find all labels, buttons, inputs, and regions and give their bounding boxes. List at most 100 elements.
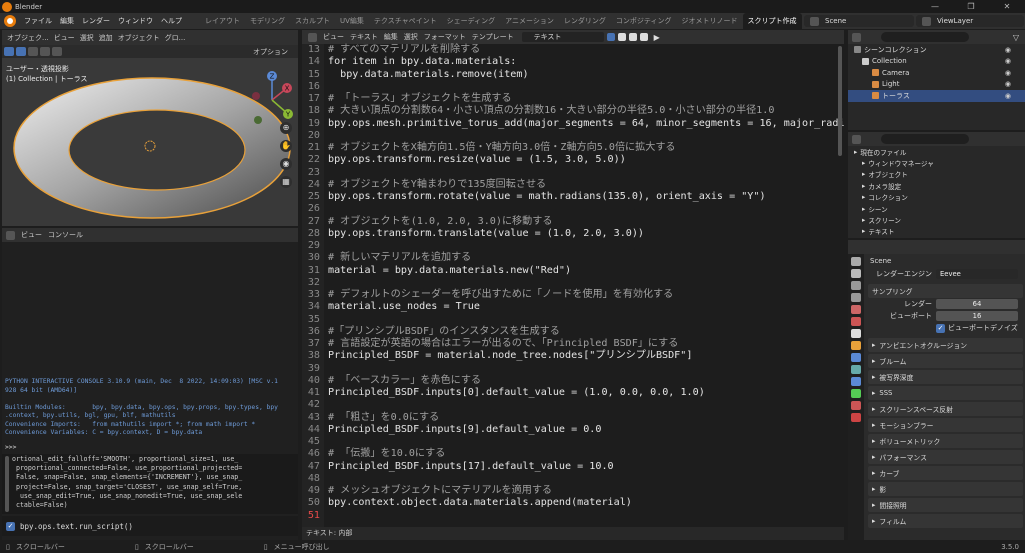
- minimize-button[interactable]: —: [917, 2, 953, 11]
- code-text[interactable]: [320, 277, 328, 289]
- code-line[interactable]: 29: [302, 240, 844, 252]
- modifier-tab-icon[interactable]: [851, 353, 861, 362]
- output-tab-icon[interactable]: [851, 281, 861, 290]
- code-text[interactable]: [320, 399, 328, 411]
- code-text[interactable]: # オブジェクトを(1.0, 2.0, 3.0)に移動する: [320, 216, 552, 228]
- code-text[interactable]: # オブジェクトをY軸まわりで135度回転させる: [320, 179, 546, 191]
- expand-arrow-icon[interactable]: ▸: [854, 148, 857, 156]
- code-line[interactable]: 51: [302, 510, 844, 522]
- render-samples-field[interactable]: 64: [936, 299, 1018, 309]
- code-line[interactable]: 45: [302, 436, 844, 448]
- editor-menu-view[interactable]: ビュー: [323, 32, 344, 42]
- texture-tab-icon[interactable]: [851, 413, 861, 422]
- blendfile-item[interactable]: ▸ スクリーン: [848, 214, 1025, 225]
- panel-sampling[interactable]: サンプリング: [868, 284, 1023, 298]
- collection-tab-icon[interactable]: [851, 329, 861, 338]
- close-button[interactable]: ✕: [989, 2, 1025, 11]
- code-line[interactable]: 19 bpy.ops.mesh.primitive_torus_add(major…: [302, 118, 844, 130]
- property-panel[interactable]: ▸ フィルム: [868, 514, 1023, 528]
- panel-expand-icon[interactable]: ▸: [872, 421, 875, 429]
- viewport-menu-object[interactable]: オブジェクト: [118, 33, 160, 43]
- expand-arrow-icon[interactable]: ▸: [862, 170, 865, 178]
- physics-tab-icon[interactable]: [851, 377, 861, 386]
- code-text[interactable]: # すべてのマテリアルを削除する: [320, 44, 480, 56]
- console-menu-console[interactable]: コンソール: [48, 230, 83, 240]
- camera-view-icon[interactable]: ◉: [280, 158, 292, 170]
- new-text-icon[interactable]: [617, 33, 626, 41]
- visibility-eye-icon[interactable]: ◉: [1005, 92, 1011, 100]
- expand-arrow-icon[interactable]: ▸: [862, 182, 865, 190]
- visibility-eye-icon[interactable]: ◉: [1005, 80, 1011, 88]
- open-text-icon[interactable]: [628, 33, 637, 41]
- editor-menu-select[interactable]: 選択: [404, 32, 418, 42]
- code-text[interactable]: bpy.ops.transform.translate(value = (1.0…: [320, 228, 644, 240]
- console-prompt[interactable]: >>>: [5, 444, 16, 451]
- code-line[interactable]: 32: [302, 277, 844, 289]
- particles-tab-icon[interactable]: [851, 365, 861, 374]
- blendfile-item[interactable]: ▸ オブジェクト: [848, 169, 1025, 180]
- blendfile-item[interactable]: ▸ ウィンドウマネージャ: [848, 157, 1025, 168]
- property-panel[interactable]: ▸ SSS: [868, 386, 1023, 400]
- blendfile-item[interactable]: ▸ コレクション: [848, 192, 1025, 203]
- property-panel[interactable]: ▸ 被写界深度: [868, 370, 1023, 384]
- expand-arrow-icon[interactable]: ▸: [862, 205, 865, 213]
- python-console[interactable]: ビュー コンソール PYTHON INTERACTIVE CONSOLE 3.1…: [2, 228, 298, 540]
- code-text[interactable]: # 言語設定が英語の場合はエラーが出るので、「Principled BSDF」に…: [320, 338, 678, 350]
- fake-user-icon[interactable]: [606, 33, 615, 41]
- code-text[interactable]: Principled_BSDF = material.node_tree.nod…: [320, 350, 692, 362]
- 3d-viewport[interactable]: オブジェク... ビュー 選択 追加 オブジェクト グロ... オプション ユー…: [2, 30, 298, 226]
- code-line[interactable]: 47 Principled_BSDF.inputs[17].default_val…: [302, 461, 844, 473]
- select-mode-icon[interactable]: [16, 47, 26, 56]
- property-panel[interactable]: ▸ ボリューメトリック: [868, 434, 1023, 448]
- outliner-item[interactable]: トーラス ◉: [848, 90, 1025, 102]
- menu-item-3[interactable]: ウィンドウ: [118, 17, 153, 25]
- expand-arrow-icon[interactable]: ▸: [862, 159, 865, 167]
- workspace-tab-9[interactable]: ジオメトリノード: [677, 13, 743, 29]
- blender-menu-icon[interactable]: [4, 15, 16, 27]
- blendfile-item[interactable]: ▸ カメラ設定: [848, 180, 1025, 191]
- code-text[interactable]: [320, 314, 328, 326]
- code-text[interactable]: [320, 240, 328, 252]
- workspace-tab-5[interactable]: シェーディング: [442, 13, 501, 29]
- mode-selector[interactable]: オブジェク...: [7, 33, 49, 43]
- tool-tab-icon[interactable]: [851, 257, 861, 266]
- unlink-text-icon[interactable]: [639, 33, 648, 41]
- code-line[interactable]: 33 # デフォルトのシェーダーを呼び出すために「ノードを使用」を有効化する: [302, 289, 844, 301]
- scene-selector[interactable]: Scene: [804, 15, 914, 27]
- menu-item-2[interactable]: レンダー: [82, 17, 110, 25]
- code-line[interactable]: 20: [302, 130, 844, 142]
- property-panel[interactable]: ▸ モーションブラー: [868, 418, 1023, 432]
- code-text[interactable]: bpy.ops.mesh.primitive_torus_add(major_s…: [320, 118, 844, 130]
- filter-icon[interactable]: ▽: [1013, 33, 1019, 42]
- console-menu-view[interactable]: ビュー: [21, 230, 42, 240]
- menu-item-0[interactable]: ファイル: [24, 17, 52, 25]
- editor-scrollbar[interactable]: [838, 46, 842, 156]
- code-area[interactable]: 13 # すべてのマテリアルを削除する 14 for item in bpy.data…: [302, 44, 844, 522]
- code-text[interactable]: bpy.ops.transform.rotate(value = math.ra…: [320, 191, 766, 203]
- editor-type-icon[interactable]: [852, 134, 861, 144]
- code-line[interactable]: 18 # 大きい頂点の分割数64・小さい頂点の分割数16・大きい部分の半径5.0・…: [302, 105, 844, 117]
- code-line[interactable]: 46 # 「伝搬」を10.0にする: [302, 448, 844, 460]
- property-panel[interactable]: ▸ スクリーンスペース反射: [868, 402, 1023, 416]
- panel-expand-icon[interactable]: ▸: [872, 453, 875, 461]
- editor-menu-edit[interactable]: 編集: [384, 32, 398, 42]
- code-text[interactable]: [320, 81, 328, 93]
- viewport-menu-view[interactable]: ビュー: [54, 33, 75, 43]
- workspace-tab-10[interactable]: スクリプト作成: [742, 13, 802, 29]
- code-text[interactable]: [320, 510, 328, 522]
- menu-item-1[interactable]: 編集: [60, 17, 74, 25]
- transform-orientation[interactable]: グロ...: [165, 33, 186, 43]
- panel-expand-icon[interactable]: ▸: [872, 405, 875, 413]
- workspace-tab-2[interactable]: スカルプト: [290, 13, 335, 29]
- blend-file-outliner[interactable]: ▸ 現在のファイル ▸ ウィンドウマネージャ ▸ オブジェクト ▸ カメラ設定 ▸ コレクション ▸…: [848, 132, 1025, 238]
- code-text[interactable]: bpy.context.object.data.materials.append…: [320, 497, 632, 509]
- code-text[interactable]: # 大きい頂点の分割数64・小さい頂点の分割数16・大きい部分の半径5.0・小さ…: [320, 105, 774, 117]
- panel-expand-icon[interactable]: ▸: [872, 437, 875, 445]
- outliner-item[interactable]: Collection ◉: [848, 56, 1025, 68]
- code-line[interactable]: 43 # 「粗さ」を0.0にする: [302, 412, 844, 424]
- expand-arrow-icon[interactable]: ▸: [862, 193, 865, 201]
- code-line[interactable]: 37 # 言語設定が英語の場合はエラーが出るので、「Principled BSDF…: [302, 338, 844, 350]
- code-text[interactable]: Principled_BSDF.inputs[0].default_value …: [320, 387, 705, 399]
- code-line[interactable]: 14 for item in bpy.data.materials:: [302, 56, 844, 68]
- code-text[interactable]: # 新しいマテリアルを追加する: [320, 252, 471, 264]
